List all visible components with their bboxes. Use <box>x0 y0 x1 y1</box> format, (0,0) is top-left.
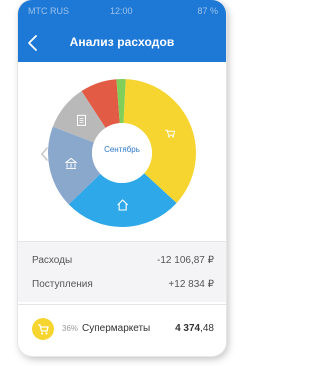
income-row: Поступления +12 834 ₽ <box>32 279 214 290</box>
category-amount-cents: ,48 <box>200 323 214 334</box>
expenses-label: Расходы <box>32 255 73 266</box>
app-header: МТС RUS 12:00 87 % Анализ расходов <box>18 0 226 62</box>
category-row-supermarkets[interactable]: 36% Супермаркеты 4 374,48 <box>18 306 226 352</box>
category-name: Супермаркеты <box>82 323 151 334</box>
expenses-row: Расходы -12 106,87 ₽ <box>32 255 214 266</box>
divider <box>18 304 226 305</box>
page-title: Анализ расходов <box>69 35 175 49</box>
status-bar: МТС RUS 12:00 87 % <box>18 4 226 20</box>
category-percent: 36% <box>62 324 79 333</box>
cart-icon <box>32 318 54 340</box>
summary-block: Расходы -12 106,87 ₽ Поступления +12 834… <box>18 242 226 302</box>
previous-month-icon[interactable] <box>38 147 52 161</box>
category-amount: 4 374,48 <box>175 323 214 334</box>
month-label: Сентябрь <box>104 145 140 154</box>
income-value: +12 834 ₽ <box>168 279 214 290</box>
status-time: 12:00 <box>110 6 133 16</box>
status-carrier: МТС RUS <box>28 6 69 16</box>
status-battery: 87 % <box>197 6 218 16</box>
donut-chart-area: Сентябрь <box>18 70 226 235</box>
category-amount-main: 4 374 <box>175 323 201 334</box>
expenses-value: -12 106,87 ₽ <box>157 255 214 266</box>
income-label: Поступления <box>32 279 93 290</box>
phone-screen: МТС RUS 12:00 87 % Анализ расходов Сентя… <box>18 0 226 356</box>
